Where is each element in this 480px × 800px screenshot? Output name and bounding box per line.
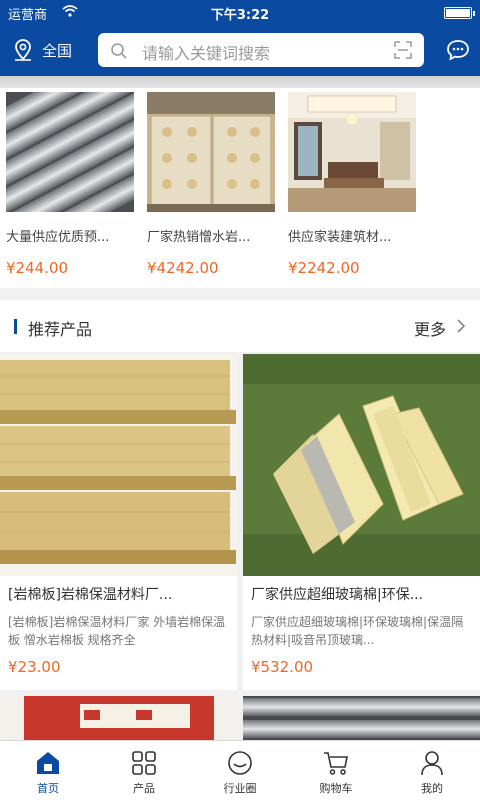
product-image — [0, 354, 237, 576]
location-label: 全国 — [42, 41, 73, 60]
product-price: ¥532.00 — [251, 658, 314, 676]
tab-industry-circle[interactable]: 行业圈 — [192, 741, 288, 800]
scan-icon[interactable] — [394, 41, 412, 59]
tab-home[interactable]: 首页 — [0, 741, 96, 800]
product-description: 厂家供应超细玻璃棉|环保玻璃棉|保温隔热材料|吸音吊顶玻璃... — [251, 615, 464, 647]
product-image — [243, 354, 480, 576]
product-description: [岩棉板]岩棉保温材料厂家 外墙岩棉保温板 憎水岩棉板 规格齐全 — [8, 615, 226, 647]
product-card[interactable]: 厂家供应超细玻璃棉|环保... 厂家供应超细玻璃棉|环保玻璃棉|保温隔热材料|吸… — [243, 354, 480, 690]
home-icon — [37, 752, 59, 774]
tab-mine[interactable]: 我的 — [384, 741, 480, 800]
product-price: ¥244.00 — [6, 259, 69, 277]
section-title: 推荐产品 — [28, 320, 93, 339]
tab-label: 产品 — [133, 782, 155, 795]
grid-icon — [132, 751, 156, 775]
product-title: 厂家供应超细玻璃棉|环保... — [251, 587, 424, 603]
product-price: ¥2242.00 — [288, 259, 360, 277]
product-title: [岩棉板]岩棉保温材料厂... — [8, 587, 173, 603]
status-bar: 运营商 下午3:22 — [0, 0, 480, 24]
search-icon — [111, 43, 127, 59]
location-pin-icon — [15, 39, 31, 61]
hot-products-section: 大量供应优质预... ¥244.00 厂家热销憎水岩... ¥4242.00 供… — [0, 88, 480, 288]
product-card[interactable] — [243, 696, 480, 740]
product-name: 厂家热销憎水岩... — [147, 230, 251, 245]
section-accent-bar — [14, 319, 17, 334]
chevron-right-icon[interactable] — [456, 319, 466, 333]
tab-label: 首页 — [37, 782, 59, 795]
product-image — [0, 696, 237, 740]
product-price: ¥4242.00 — [147, 259, 219, 277]
location-selector[interactable]: 全国 — [12, 38, 72, 62]
user-icon — [421, 751, 443, 776]
hot-product-card[interactable]: 大量供应优质预... ¥244.00 — [6, 92, 134, 277]
bottom-tab-bar: 首页 产品 行业圈 购物车 我的 — [0, 740, 480, 800]
product-image — [6, 92, 134, 212]
tab-label: 我的 — [421, 782, 443, 795]
product-name: 大量供应优质预... — [6, 230, 110, 245]
tab-label: 行业圈 — [223, 782, 257, 795]
more-link[interactable]: 更多 — [414, 316, 446, 340]
cart-icon — [324, 752, 348, 775]
product-card[interactable]: [岩棉板]岩棉保温材料厂... [岩棉板]岩棉保温材料厂家 外墙岩棉保温板 憎水… — [0, 354, 237, 690]
product-image — [288, 92, 416, 212]
product-image — [243, 696, 480, 740]
tab-label: 购物车 — [319, 782, 353, 795]
search-input[interactable]: 请输入关键词搜索 — [98, 33, 424, 67]
tab-products[interactable]: 产品 — [96, 741, 192, 800]
tab-cart[interactable]: 购物车 — [288, 741, 384, 800]
product-name: 供应家装建筑材... — [288, 230, 392, 245]
product-card[interactable] — [0, 696, 237, 740]
status-time: 下午3:22 — [210, 8, 270, 23]
circle-icon — [228, 751, 252, 775]
header-shadow — [0, 76, 480, 88]
search-placeholder: 请输入关键词搜索 — [142, 44, 271, 63]
message-icon[interactable] — [446, 39, 470, 61]
recommend-header: 推荐产品 更多 — [0, 300, 480, 352]
product-price: ¥23.00 — [8, 658, 61, 676]
hot-product-card[interactable]: 供应家装建筑材... ¥2242.00 — [288, 92, 416, 277]
hot-product-card[interactable]: 厂家热销憎水岩... ¥4242.00 — [147, 92, 275, 277]
top-navbar: 全国 请输入关键词搜索 — [0, 24, 480, 76]
battery-icon — [444, 7, 475, 19]
product-image — [147, 92, 275, 212]
